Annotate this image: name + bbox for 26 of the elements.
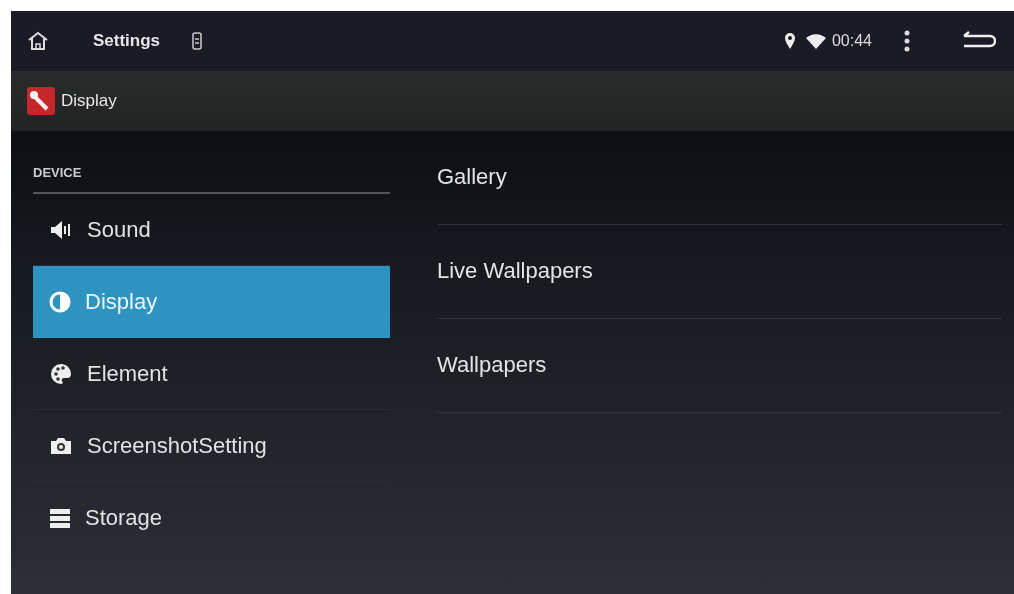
item-label: Sound: [87, 216, 151, 243]
settings-option[interactable]: Gallery: [437, 129, 1002, 225]
settings-option[interactable]: Live Wallpapers: [437, 223, 1002, 319]
sidebar-item[interactable]: Storage: [33, 482, 390, 554]
location-pin-icon: [783, 32, 796, 50]
phone-icon: [192, 32, 203, 50]
sidebar-item[interactable]: ScreenshotSetting: [33, 410, 390, 482]
sidebar-item[interactable]: Element: [33, 338, 390, 410]
app-title: Settings: [93, 31, 161, 51]
camera-icon: [49, 435, 73, 456]
home-icon[interactable]: [27, 31, 49, 51]
page-title: Display: [61, 91, 117, 111]
wifi-icon: [805, 33, 826, 49]
item-label: ScreenshotSetting: [87, 432, 267, 459]
settings-app-icon: [27, 87, 55, 115]
more-icon[interactable]: [904, 30, 910, 52]
palette-icon: [49, 361, 73, 386]
item-label: Storage: [85, 504, 163, 531]
storage-icon: [49, 507, 71, 528]
section-header: DEVICE: [33, 165, 390, 194]
item-label: Display: [85, 288, 158, 315]
speaker-icon: [49, 219, 73, 240]
clock-time: 00:44: [831, 32, 872, 50]
contrast-icon: [49, 290, 71, 313]
item-label: Element: [87, 360, 168, 387]
settings-option[interactable]: Wallpapers: [437, 317, 1002, 413]
